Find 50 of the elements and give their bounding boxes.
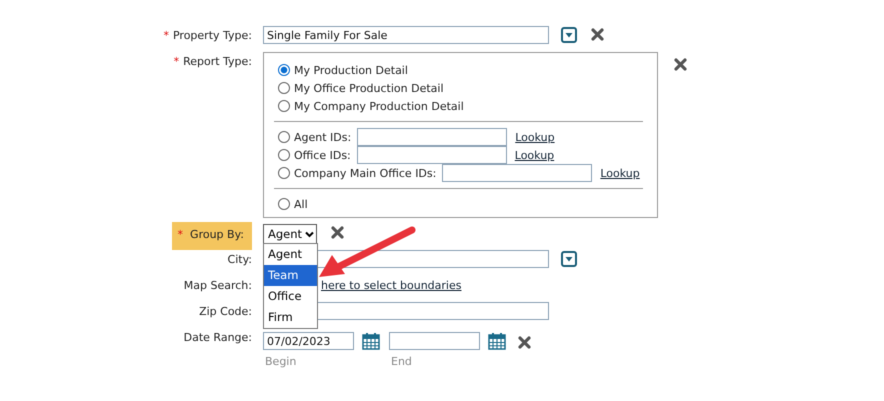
field-label: Date Range: xyxy=(184,330,252,346)
option-label: Company Main Office IDs: xyxy=(294,166,436,180)
required-asterisk: * xyxy=(163,28,170,44)
text-field[interactable]: Single Family For Sale xyxy=(263,26,549,44)
required-asterisk: * xyxy=(174,54,180,70)
menu-option[interactable]: Office xyxy=(264,286,317,307)
required-asterisk: * xyxy=(172,222,188,250)
close-icon[interactable] xyxy=(674,58,687,71)
id-field[interactable] xyxy=(357,128,508,146)
lookup-link[interactable]: Lookup xyxy=(514,148,554,162)
option-label: My Office Production Detail xyxy=(294,82,444,94)
menu-option[interactable]: Team xyxy=(264,265,317,286)
calendar-icon[interactable] xyxy=(362,332,380,350)
calendar-icon[interactable] xyxy=(488,332,506,350)
dropdown-icon[interactable] xyxy=(561,27,577,43)
lookup-link[interactable]: Lookup xyxy=(515,130,555,144)
end-date-field[interactable] xyxy=(389,332,480,350)
begin-date-field[interactable]: 07/02/2023 xyxy=(263,332,354,350)
close-icon[interactable] xyxy=(331,226,344,239)
option-label: Agent IDs: xyxy=(294,130,352,144)
field-label: City: xyxy=(228,252,252,268)
radio-button[interactable] xyxy=(278,64,290,76)
menu-option[interactable]: Firm xyxy=(264,307,317,328)
lookup-link[interactable]: Lookup xyxy=(600,166,640,180)
radio-button[interactable] xyxy=(278,167,290,179)
radio-button[interactable] xyxy=(278,82,290,94)
field-label: Map Search: xyxy=(184,278,252,294)
id-field[interactable] xyxy=(442,164,592,182)
chevron-icon xyxy=(305,230,314,238)
option-label: Office IDs: xyxy=(294,148,351,162)
begin-label: Begin xyxy=(264,354,298,368)
radio-button[interactable] xyxy=(278,198,290,210)
radio-button[interactable] xyxy=(278,100,290,112)
id-field[interactable] xyxy=(356,146,507,164)
field-label: Group By: xyxy=(187,222,252,250)
close-icon[interactable] xyxy=(518,336,531,349)
radio-button[interactable] xyxy=(278,149,290,161)
menu-option[interactable]: Agent xyxy=(264,244,317,265)
radio-button[interactable] xyxy=(278,131,290,143)
option-label: My Production Detail xyxy=(294,64,408,76)
dropdown-icon[interactable] xyxy=(561,251,577,267)
close-icon[interactable] xyxy=(591,28,604,41)
field-label: Zip Code: xyxy=(199,304,252,320)
field-label: Report Type: xyxy=(183,54,252,70)
map-search-link[interactable]: here to select boundaries xyxy=(321,276,462,292)
option-label: My Company Production Detail xyxy=(294,100,464,112)
end-label: End xyxy=(390,354,413,368)
option-label: All xyxy=(294,198,308,210)
group-by-select[interactable]: Agent xyxy=(263,224,318,244)
field-label: Property Type: xyxy=(172,28,252,44)
